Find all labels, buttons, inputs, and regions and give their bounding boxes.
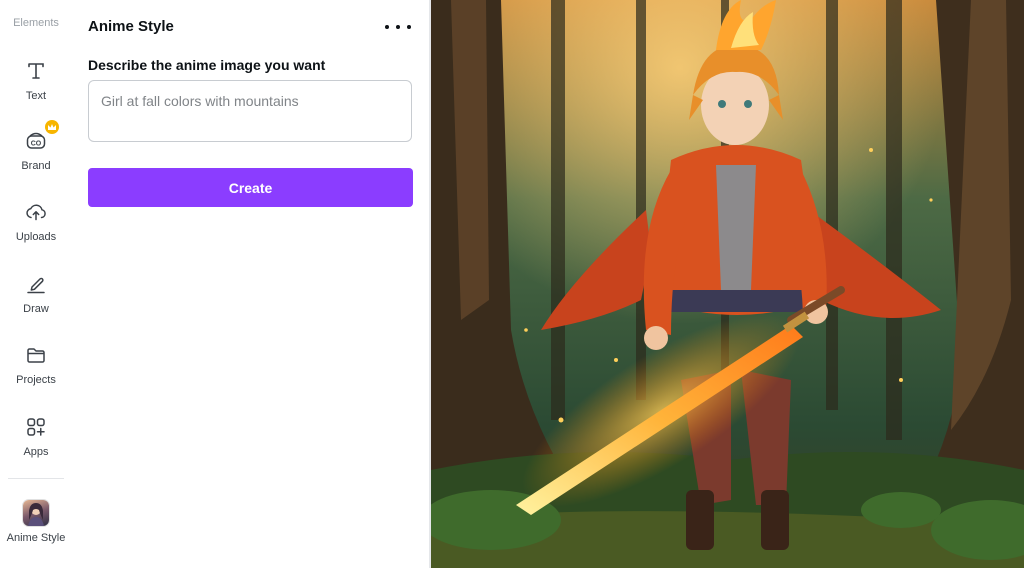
generated-image-canvas[interactable]	[431, 0, 1024, 568]
side-rail: Elements Text CO Brand Uploads Draw Proj…	[0, 0, 72, 568]
rail-item-label: Anime Style	[6, 532, 66, 544]
upload-cloud-icon	[23, 199, 49, 225]
panel-title: Anime Style	[88, 18, 174, 35]
more-dots-icon	[407, 25, 411, 29]
rail-item-label: Draw	[23, 303, 49, 315]
folder-icon	[23, 342, 49, 368]
brand-icon: CO	[23, 120, 59, 154]
rail-item-label: Projects	[16, 374, 56, 386]
more-dots-icon	[396, 25, 400, 29]
crown-icon	[45, 120, 59, 134]
rail-item-uploads[interactable]: Uploads	[0, 199, 72, 259]
rail-item-apps[interactable]: Apps	[0, 414, 72, 474]
rail-divider	[8, 478, 64, 479]
text-icon	[23, 58, 49, 84]
anime-style-panel: Anime Style Describe the anime image you…	[72, 0, 429, 568]
rail-item-label: Brand	[21, 160, 51, 172]
prompt-label: Describe the anime image you want	[88, 57, 326, 73]
rail-item-text[interactable]: Text	[0, 58, 72, 118]
rail-item-anime-style[interactable]: Anime Style	[0, 500, 72, 560]
rail-item-label: Apps	[23, 446, 49, 458]
rail-item-label: Uploads	[15, 231, 57, 243]
rail-item-label: Text	[25, 90, 47, 102]
rail-item-draw[interactable]: Draw	[0, 271, 72, 331]
anime-boy-flaming-sword-forest	[431, 0, 1024, 568]
more-dots-icon	[385, 25, 389, 29]
pen-icon	[23, 271, 49, 297]
rail-item-brand[interactable]: CO Brand	[0, 120, 72, 188]
svg-text:CO: CO	[31, 141, 42, 148]
more-options-button[interactable]	[385, 18, 411, 36]
anime-style-app-thumbnail	[23, 500, 49, 526]
create-button[interactable]: Create	[88, 168, 413, 207]
apps-grid-icon	[23, 414, 49, 440]
rail-item-elements[interactable]: Elements	[0, 17, 72, 29]
rail-item-projects[interactable]: Projects	[0, 342, 72, 402]
prompt-input[interactable]	[88, 80, 412, 142]
